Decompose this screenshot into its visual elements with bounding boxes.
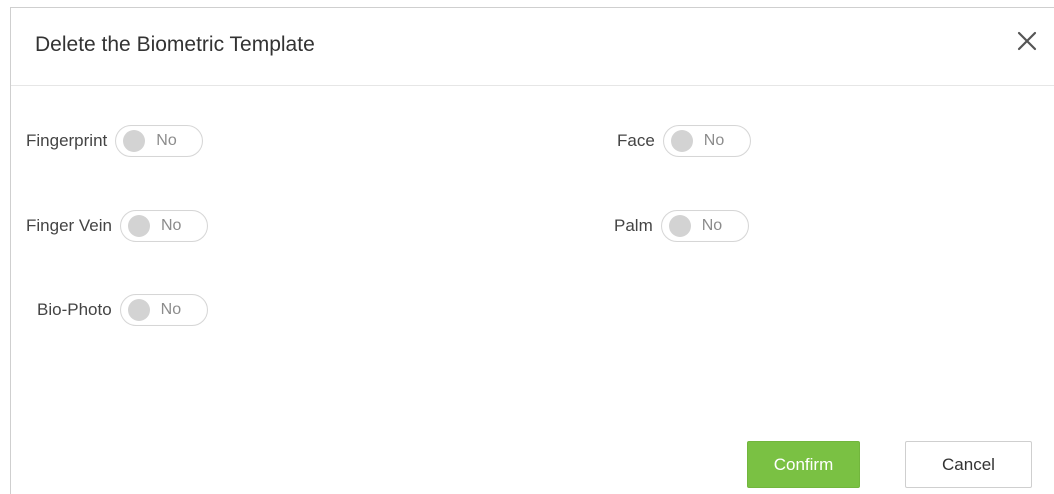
bio-photo-row: Bio-Photo No <box>37 292 208 328</box>
fingerprint-toggle-value: No <box>156 132 177 149</box>
close-icon[interactable] <box>1014 28 1040 54</box>
bio-photo-toggle[interactable]: No <box>119 294 208 326</box>
toggle-knob <box>670 130 693 152</box>
palm-row: Palm No <box>614 208 749 244</box>
toggle-knob <box>123 130 146 152</box>
palm-toggle-value: No <box>701 217 723 234</box>
face-toggle[interactable]: No <box>662 125 751 157</box>
fingerprint-toggle[interactable]: No <box>115 125 204 157</box>
toggle-knob <box>668 215 691 237</box>
delete-biometric-dialog: Delete the Biometric Template Fingerprin… <box>10 7 1054 494</box>
fingerprint-label: Fingerprint <box>26 131 108 150</box>
dialog-title: Delete the Biometric Template <box>35 33 315 56</box>
toggle-knob <box>127 299 150 321</box>
cancel-button[interactable]: Cancel <box>905 441 1032 488</box>
bio-photo-label: Bio-Photo <box>37 300 112 319</box>
palm-label: Palm <box>614 216 653 235</box>
finger-vein-row: Finger Vein No <box>26 208 208 244</box>
toggle-knob <box>128 215 150 237</box>
face-label: Face <box>617 131 655 150</box>
face-row: Face No <box>617 123 751 159</box>
dialog-header: Delete the Biometric Template <box>11 8 1054 86</box>
finger-vein-label: Finger Vein <box>26 216 112 235</box>
palm-toggle[interactable]: No <box>660 210 749 242</box>
fingerprint-row: Fingerprint No <box>26 123 204 159</box>
finger-vein-toggle[interactable]: No <box>120 210 208 242</box>
finger-vein-toggle-value: No <box>161 217 182 234</box>
confirm-button[interactable]: Confirm <box>747 441 860 488</box>
face-toggle-value: No <box>703 132 725 149</box>
bio-photo-toggle-value: No <box>160 301 182 318</box>
